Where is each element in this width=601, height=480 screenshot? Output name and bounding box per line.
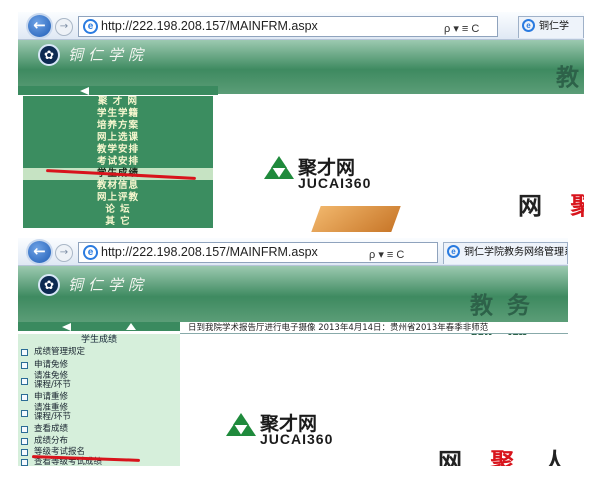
tab-label: 铜仁学 [539,21,569,32]
ie-page-icon: e [83,19,98,34]
forward-arrow-icon[interactable]: → [55,244,73,262]
collapse-left-icon[interactable] [62,323,71,331]
tab-ie-icon: e [447,245,460,258]
back-arrow-icon[interactable]: ← [26,13,53,39]
menu-item-training-plan[interactable]: 培养方案 [23,120,213,132]
address-controls[interactable]: ρ ▾ ≡ C [369,246,404,262]
address-bar[interactable]: e http://222.198.208.157/MAINFRM.aspx ρ … [78,16,498,37]
school-name: 铜仁学院 [68,46,149,64]
collapse-left-icon[interactable] [80,87,89,95]
ie-page-icon: e [83,245,98,260]
menu-item-approved-exemption[interactable]: 请准免修 课程/环节 [18,372,180,391]
bullet-box-icon [21,394,28,401]
menu-item-other[interactable]: 其 它 [23,216,213,228]
tab-ie-icon: e [522,19,535,32]
menu-item-approved-retake[interactable]: 请准重修 课程/环节 [18,404,180,423]
address-controls[interactable]: ρ ▾ ≡ C [444,20,479,36]
main-menu: 聚 才 网 学生学籍 培养方案 网上选课 教学安排 考试安排 学生成绩 教材信息… [18,96,218,232]
school-logo-icon: ✿ [38,44,60,66]
jucai-logo-icon [226,413,256,439]
forward-arrow-icon[interactable]: → [55,18,73,36]
address-url: http://222.198.208.157/MAINFRM.aspx [101,245,318,259]
bullet-box-icon [21,438,28,445]
tab-label: 铜仁学院教务网络管理系 [464,247,568,258]
menu-collapse-bar[interactable] [18,86,218,95]
content-area: 聚才网 JUCAI360 网 聚 人 才 [180,335,568,466]
bullet-box-icon [21,459,28,466]
jucai-logo-icon [264,156,294,182]
browser-toolbar: ← → e http://222.198.208.157/MAINFRM.asp… [18,238,568,266]
slogan-text: 网 聚 人 才 [438,447,568,466]
school-name: 铜仁学院 [68,276,149,294]
menu-item-jucai[interactable]: 聚 才 网 [23,96,213,108]
news-marquee[interactable]: 日到我院学术报告厅进行电子摄像 2013年4月14日：贵州省2013年春季非师范 [180,322,568,334]
bullet-box-icon [21,426,28,433]
back-arrow-icon[interactable]: ← [26,239,53,265]
menu-item-exam-schedule[interactable]: 考试安排 [23,156,213,168]
screenshot-bottom: ← → e http://222.198.208.157/MAINFRM.asp… [18,238,568,466]
bullet-box-icon [21,410,28,417]
browser-tab[interactable]: e 铜仁学院教务网络管理系 [443,242,568,264]
menu-item-student-status[interactable]: 学生学籍 [23,108,213,120]
address-url: http://222.198.208.157/MAINFRM.aspx [101,19,318,33]
content-area: 聚才网 JUCAI360 网 聚 [218,94,584,232]
menu-item-teaching-schedule[interactable]: 教学安排 [23,144,213,156]
slogan-text: 网 聚 [518,191,584,220]
menu-item-course-selection[interactable]: 网上选课 [23,132,213,144]
menu-item-grade-rules[interactable]: 成绩管理规定 [18,347,180,359]
banner-title: 教 [556,64,582,91]
menu-item-textbook-info[interactable]: 教材信息 [23,180,213,192]
bullet-box-icon [21,378,28,385]
address-bar[interactable]: e http://222.198.208.157/MAINFRM.aspx ρ … [78,242,438,263]
bullet-box-icon [21,349,28,356]
menu-collapse-bar[interactable] [18,322,180,331]
brand-name-en: JUCAI360 [298,175,372,191]
menu-item-forum[interactable]: 论 坛 [23,204,213,216]
bullet-box-icon [21,362,28,369]
wood-blocks-graphic [311,206,401,232]
browser-toolbar: ← → e http://222.198.208.157/MAINFRM.asp… [18,12,584,40]
school-logo-icon: ✿ [38,274,60,296]
menu-item-teacher-evaluation[interactable]: 网上评教 [23,192,213,204]
collapse-up-icon[interactable] [126,323,136,330]
sub-menu: 学生成绩 成绩管理规定 申请免修 请准免修 课程/环节 申请重修 请准重修 课程… [18,334,180,466]
brand-name-en: JUCAI360 [260,431,334,447]
menu-category-title: 学生成绩 [80,335,117,345]
bullet-box-icon [21,449,28,456]
menu-item-view-grades[interactable]: 查看成绩 [18,424,180,436]
browser-tab[interactable]: e 铜仁学 [518,16,584,38]
screenshot-top: ← → e http://222.198.208.157/MAINFRM.asp… [18,12,584,232]
site-banner: ✿ 铜仁学院 教 务 网 络 [18,266,568,353]
